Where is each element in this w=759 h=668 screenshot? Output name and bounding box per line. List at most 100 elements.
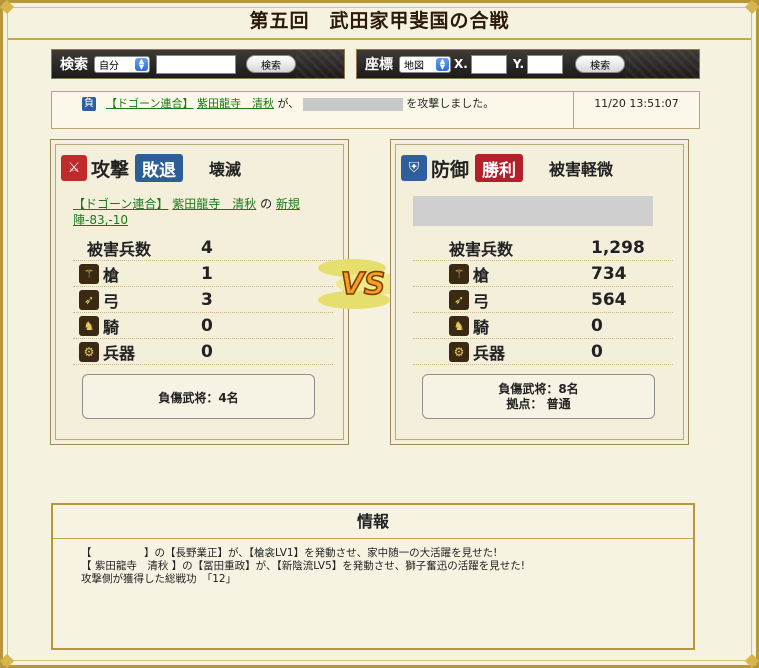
select-arrows-icon: ▲ ▼ [436,57,449,71]
log-ga: が、 [277,97,300,110]
info-line: 攻撃側が獲得した総戦功 「12」 [81,573,237,585]
info-title: 情報 [53,505,693,539]
attacker-player-link[interactable]: 紫田龍寺 清秋 [172,197,256,211]
battle-log-row: 負 【ドゴーン連合】 紫田龍寺 清秋 が、 を攻撃しました。 11/20 13:… [51,91,700,129]
defense-panel: ⛨ 防御 勝利 被害軽微 被害兵数 1,298 ⚚ 槍 734 ➶ 弓 564 ♞ 騎 0 ⚙… [390,139,689,445]
stat-label-cell: ➶ 弓 [73,288,201,312]
stat-value: 0 [201,341,213,362]
attack-stats: 被害兵数 4 ⚚ 槍 1 ➶ 弓 3 ♞ 騎 0 ⚙ 兵器 0 [73,235,333,365]
stat-label: 弓 [103,291,120,311]
stat-value: 0 [591,341,603,362]
redacted-target [302,97,403,111]
alliance-link[interactable]: 【ドゴーン連合】 [106,97,193,110]
attacker-alliance-link[interactable]: 【ドゴーン連合】 [73,197,168,211]
coord-search-button[interactable]: 検索 [575,55,626,73]
defense-header: ⛨ 防御 勝利 被害軽微 [401,152,613,184]
attack-result: 敗退 [135,154,184,182]
stat-row: ⚚ 槍 1 [73,261,333,287]
stat-value: 1,298 [591,237,645,258]
defense-result: 勝利 [475,154,524,182]
info-line: 【 】の【長野業正】が、【槍衾LV1】を発動させ、家中随一の大活躍を見せた! [81,547,498,559]
stat-value: 564 [591,289,627,310]
x-coordinate-input[interactable] [470,54,507,74]
title-divider [8,38,751,40]
attack-damage: 壊滅 [209,160,242,179]
stat-value: 0 [591,315,603,336]
horse-icon: ♞ [449,315,469,336]
stat-value: 0 [201,315,213,336]
search-scope-select[interactable]: 自分 ▲ ▼ [94,55,150,73]
stat-row: ➶ 弓 3 [73,287,333,313]
stat-row: 被害兵数 1,298 [413,235,673,261]
siege-icon: ⚙ [449,341,469,362]
attack-injured-generals: 負傷武将：4名 [158,391,239,405]
stat-label: 兵器 [103,343,136,363]
info-panel: 情報 【 】の【長野業正】が、【槍衾LV1】を発動させ、家中随一の大活躍を見せた… [51,503,695,650]
stat-label-cell: ⚚ 槍 [73,262,201,286]
stat-row: ⚙ 兵器 0 [413,339,673,365]
stat-label: 騎 [473,317,490,337]
search-button[interactable]: 検索 [246,55,296,73]
defense-role: 防御 [431,158,470,181]
stat-label: 槍 [103,265,120,285]
search-input[interactable] [156,54,236,74]
defense-damage: 被害軽微 [549,160,614,179]
stat-value: 1 [201,263,213,284]
battle-log-message: 【ドゴーン連合】 紫田龍寺 清秋 が、 を攻撃しました。 [106,97,586,111]
info-body: 【 】の【長野業正】が、【槍衾LV1】を発動させ、家中随一の大活躍を見せた! 【… [81,547,525,586]
attack-panel: ⚔ 攻撃 敗退 壊滅 【ドゴーン連合】 紫田龍寺 清秋 の 新規陣-83,-10… [50,139,349,445]
battle-timestamp: 11/20 13:51:07 [573,92,699,128]
bar-pattern [296,50,344,78]
stat-row: ➶ 弓 564 [413,287,673,313]
stat-label-cell: ➶ 弓 [413,288,591,312]
stat-row: ♞ 騎 0 [413,313,673,339]
stat-label: 騎 [103,317,120,337]
bow-icon: ➶ [79,289,99,310]
spear-icon: ⚚ [449,263,469,284]
x-label: X. [454,57,468,71]
stat-label-cell: ♞ 騎 [73,314,201,338]
horse-icon: ♞ [79,315,99,336]
spear-icon: ⚚ [79,263,99,284]
stat-label: 槍 [473,265,490,285]
search-label: 検索 [60,57,88,73]
attack-header: ⚔ 攻撃 敗退 壊滅 [61,152,241,184]
stat-value: 3 [201,289,213,310]
search-scope-value: 自分 [99,60,119,72]
stat-label: 被害兵数 [449,239,514,259]
stat-row: 被害兵数 4 [73,235,333,261]
log-suffix: を攻撃しました。 [406,97,495,110]
coord-label: 座標 [365,57,393,73]
page-title: 第五回 武田家甲斐国の合戦 [249,10,510,32]
y-label: Y. [512,57,525,71]
stat-row: ⚙ 兵器 0 [73,339,333,365]
player-link[interactable]: 紫田龍寺 清秋 [197,97,274,110]
redacted-defender [413,196,653,226]
defense-injured-generals: 負傷武将：8名 [498,382,579,396]
stat-label-cell: ⚙ 兵器 [413,340,591,364]
attacker-no: の [260,197,273,211]
coord-bar: 座標 地図 ▲ ▼ X. Y. 検索 [356,49,700,79]
bar-pattern [625,50,699,78]
info-line: 【 紫田龍寺 清秋 】の【冨田重政】が、【新陰流LV5】を発動させ、獅子奮迅の活… [81,560,525,572]
attack-role: 攻撃 [91,158,130,181]
stat-label: 弓 [473,291,490,311]
coord-map-select[interactable]: 地図 ▲ ▼ [399,55,451,73]
stat-label-cell: ♞ 騎 [413,314,591,338]
defense-base-status: 拠点： 普通 [506,397,571,411]
y-coordinate-input[interactable] [527,54,564,74]
stat-row: ⚚ 槍 734 [413,261,673,287]
bow-icon: ➶ [449,289,469,310]
stat-value: 4 [201,237,213,258]
stat-label-cell: ⚙ 兵器 [73,340,201,364]
defense-stats: 被害兵数 1,298 ⚚ 槍 734 ➶ 弓 564 ♞ 騎 0 ⚙ 兵器 0 [413,235,673,365]
siege-icon: ⚙ [79,341,99,362]
select-arrows-icon: ▲ ▼ [135,57,148,71]
stat-row: ♞ 騎 0 [73,313,333,339]
stat-label-cell: ⚚ 槍 [413,262,591,286]
coord-map-value: 地図 [404,60,424,72]
defense-summary-box: 負傷武将：8名 拠点： 普通 [422,374,655,419]
helmet-icon: ⛨ [401,155,427,181]
attacker-info: 【ドゴーン連合】 紫田龍寺 清秋 の 新規陣-83,-10 [73,196,333,228]
attack-summary-box: 負傷武将：4名 [82,374,315,419]
